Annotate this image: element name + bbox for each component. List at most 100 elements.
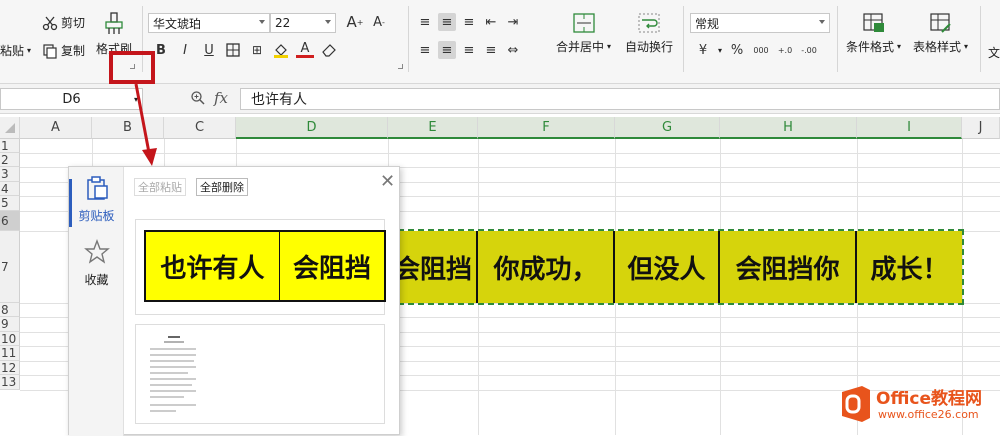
more-borders-icon[interactable]: ⊞ (248, 41, 266, 59)
align-bottom-icon[interactable]: ≡ (460, 13, 478, 31)
decrease-font-icon[interactable]: A- (370, 13, 388, 31)
row-header-3[interactable]: 3 (0, 167, 20, 182)
font-launcher-icon[interactable] (398, 64, 403, 69)
chevron-down-icon: ▾ (607, 42, 612, 51)
clip-cell: 也许有人 (144, 230, 281, 302)
brush-icon (103, 12, 125, 36)
tab-favorites-label: 收藏 (84, 273, 109, 287)
watermark-url: www.office26.com (878, 408, 979, 421)
copy-label: 复制 (61, 44, 86, 58)
chevron-down-icon: ▾ (718, 45, 723, 55)
border-icon[interactable] (224, 41, 242, 59)
font-color-icon[interactable]: A (296, 41, 314, 58)
align-top-icon[interactable]: ≡ (416, 13, 434, 31)
paste-label: 粘贴 (0, 44, 25, 58)
text-menu-button[interactable]: 文 (988, 44, 1000, 61)
percent-button[interactable]: % (728, 41, 746, 59)
font-size-select[interactable]: 22 (270, 13, 336, 33)
increase-decimal-button[interactable]: +.0 (776, 41, 794, 59)
font-size-value: 22 (275, 16, 291, 30)
watermark: Office教程网 www.office26.com (838, 380, 1000, 435)
underline-button[interactable]: U (200, 41, 218, 59)
zoom-icon[interactable] (190, 90, 206, 109)
thousands-button[interactable]: 000 (752, 41, 770, 59)
wrap-text-icon (637, 12, 661, 34)
column-header-h[interactable]: H (720, 117, 857, 139)
name-box-value: D6 (62, 91, 81, 107)
row-header-6[interactable]: 6 (0, 211, 20, 231)
clipboard-item[interactable] (135, 324, 385, 424)
indent-decrease-icon[interactable]: ⇤ (482, 13, 500, 31)
row-header-10[interactable]: 10 (0, 332, 20, 346)
column-header-e[interactable]: E (388, 117, 478, 139)
distribute-icon[interactable]: ⇔ (504, 41, 522, 59)
number-format-select[interactable]: 常规 (690, 13, 830, 33)
column-header-c[interactable]: C (164, 117, 236, 139)
conditional-format-button[interactable]: 条件格式 ▾ (846, 12, 901, 55)
selection-border (388, 229, 964, 305)
increase-font-icon[interactable]: A + (346, 13, 364, 31)
formula-content: 也许有人 (251, 92, 307, 108)
tab-clipboard[interactable]: 剪贴板 (69, 175, 124, 227)
chevron-down-icon (259, 20, 265, 24)
delete-all-button[interactable]: 全部删除 (196, 178, 248, 196)
clip-cell: 会阻挡 (279, 230, 386, 302)
row-header-1[interactable]: 1 (0, 139, 20, 153)
row-header-12[interactable]: 12 (0, 361, 20, 375)
row-header-4[interactable]: 4 (0, 182, 20, 196)
row-header-5[interactable]: 5 (0, 196, 20, 211)
name-box[interactable]: D6 ▾ (0, 88, 143, 110)
fill-color-icon[interactable] (272, 41, 290, 59)
decrease-decimal-button[interactable]: -.00 (800, 41, 818, 59)
annotation-highlight-box (109, 51, 155, 84)
table-style-button[interactable]: 表格样式 ▾ (913, 12, 968, 55)
merge-center-button[interactable]: 合并居中 ▾ (556, 12, 611, 55)
divider (683, 6, 684, 72)
formula-input[interactable]: 也许有人 (240, 88, 1000, 110)
column-header-j[interactable]: J (962, 117, 1000, 139)
currency-icon[interactable]: ¥ (694, 41, 712, 59)
copy-button[interactable]: 复制 (42, 42, 85, 59)
divider (980, 6, 981, 72)
row-header-11[interactable]: 11 (0, 346, 20, 361)
clipboard-panel: 剪贴板 收藏 全部粘贴 全部删除 ✕ 也许有人 会阻挡 (68, 166, 400, 436)
conditional-format-label: 条件格式 (846, 40, 895, 54)
font-name-select[interactable]: 华文琥珀 (148, 13, 270, 33)
row-header-8[interactable]: 8 (0, 303, 20, 317)
align-center-icon[interactable]: ≡ (438, 41, 456, 59)
tab-favorites[interactable]: 收藏 (69, 239, 124, 288)
italic-button[interactable]: I (176, 41, 194, 59)
document-thumbnail-icon (146, 333, 200, 417)
cut-label: 剪切 (61, 16, 86, 30)
table-style-label: 表格样式 (913, 40, 962, 54)
fx-label[interactable]: fx (214, 89, 228, 107)
paste-all-button[interactable]: 全部粘贴 (134, 178, 186, 196)
row-header-13[interactable]: 13 (0, 375, 20, 390)
align-left-icon[interactable]: ≡ (416, 41, 434, 59)
chevron-down-icon: ▾ (964, 42, 969, 51)
chevron-down-icon (325, 20, 331, 24)
clipboard-item[interactable]: 也许有人 会阻挡 (135, 219, 386, 315)
close-icon[interactable]: ✕ (380, 171, 395, 192)
wrap-text-button[interactable]: 自动换行 (625, 12, 673, 55)
eraser-icon[interactable] (320, 41, 338, 59)
paste-button[interactable]: 粘贴 ▾ (0, 42, 31, 59)
align-middle-icon[interactable]: ≡ (438, 13, 456, 31)
number-format-value: 常规 (695, 16, 720, 31)
clipboard-icon (84, 175, 110, 204)
column-header-a[interactable]: A (20, 117, 92, 139)
align-right-icon[interactable]: ≡ (460, 41, 478, 59)
cut-button[interactable]: 剪切 (42, 14, 85, 31)
column-header-f[interactable]: F (478, 117, 615, 139)
row-header-9[interactable]: 9 (0, 317, 20, 332)
copy-icon (42, 43, 58, 59)
row-header-2[interactable]: 2 (0, 153, 20, 167)
indent-increase-icon[interactable]: ⇥ (504, 13, 522, 31)
justify-icon[interactable]: ≡ (482, 41, 500, 59)
divider (408, 6, 409, 72)
column-header-g[interactable]: G (615, 117, 720, 139)
row-header-7[interactable]: 7 (0, 231, 20, 303)
select-all-corner[interactable] (0, 117, 20, 139)
column-header-i[interactable]: I (857, 117, 962, 139)
column-header-d[interactable]: D (236, 117, 388, 139)
